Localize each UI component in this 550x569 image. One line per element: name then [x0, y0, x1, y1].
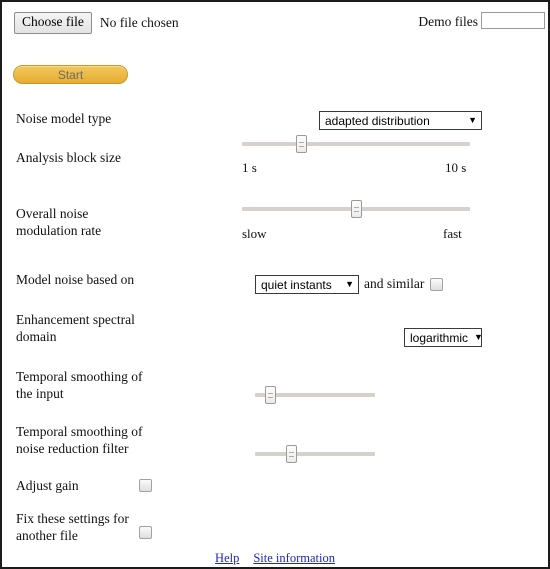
temporal-smoothing-filter-slider[interactable] [255, 445, 375, 463]
slider-track [255, 452, 375, 456]
analysis-block-size-min-tick: 1 s [242, 160, 257, 175]
fix-settings-label: Fix these settings for another file [16, 510, 186, 544]
temporal-smoothing-input-slider[interactable] [255, 386, 375, 404]
fix-settings-label-line1: Fix these settings for [16, 511, 129, 526]
model-noise-based-on-select[interactable]: quiet instants ▼ [255, 275, 359, 294]
noise-model-type-label: Noise model type [16, 111, 112, 126]
help-link[interactable]: Help [215, 551, 239, 565]
enhancement-spectral-domain-select[interactable]: logarithmic ▼ [404, 328, 483, 347]
overall-noise-modulation-rate-label-line1: Overall noise [16, 206, 89, 221]
slider-thumb[interactable] [285, 445, 297, 463]
analysis-block-size-label: Analysis block size [16, 150, 121, 165]
noise-model-type-value: adapted distribution [325, 113, 430, 128]
slider-track [242, 142, 470, 146]
fix-settings-checkbox[interactable] [139, 526, 152, 539]
fix-settings-label-line2: another file [16, 528, 78, 543]
modulation-rate-min-tick: slow [242, 226, 267, 241]
model-noise-based-on-label: Model noise based on [16, 272, 135, 287]
temporal-smoothing-input-label-line2: the input [16, 386, 64, 401]
demo-files-input[interactable] [481, 12, 545, 29]
enhancement-spectral-domain-label: Enhancement spectral domain [16, 311, 186, 345]
temporal-smoothing-filter-label-line1: Temporal smoothing of [16, 424, 143, 439]
overall-noise-modulation-rate-label: Overall noise modulation rate [16, 205, 186, 239]
and-similar-checkbox[interactable] [430, 278, 443, 291]
slider-thumb[interactable] [350, 200, 362, 218]
noise-model-type-select[interactable]: adapted distribution ▼ [319, 111, 482, 130]
enhancement-spectral-domain-label-line1: Enhancement spectral [16, 312, 135, 327]
overall-noise-modulation-rate-label-line2: modulation rate [16, 223, 102, 238]
and-similar-label: and similar [364, 276, 425, 291]
chevron-down-icon: ▼ [345, 279, 354, 289]
modulation-rate-max-tick: fast [443, 226, 462, 241]
analysis-block-size-slider[interactable] [242, 135, 470, 153]
chevron-down-icon: ▼ [468, 115, 477, 125]
start-button[interactable]: Start [13, 65, 128, 84]
slider-thumb[interactable] [264, 386, 276, 404]
temporal-smoothing-input-label: Temporal smoothing of the input [16, 368, 186, 402]
temporal-smoothing-filter-label: Temporal smoothing of noise reduction fi… [16, 423, 186, 457]
analysis-block-size-max-tick: 10 s [445, 160, 467, 175]
adjust-gain-checkbox[interactable] [139, 479, 152, 492]
app-window: Choose file No file chosen Demo files St… [0, 0, 550, 569]
temporal-smoothing-filter-label-line2: noise reduction filter [16, 441, 129, 456]
demo-files-label: Demo files [418, 14, 478, 29]
chevron-down-icon: ▼ [474, 332, 483, 342]
enhancement-spectral-domain-label-line2: domain [16, 329, 57, 344]
temporal-smoothing-input-label-line1: Temporal smoothing of [16, 369, 143, 384]
enhancement-spectral-domain-value: logarithmic [410, 330, 469, 345]
choose-file-button[interactable]: Choose file [14, 12, 92, 34]
site-information-link[interactable]: Site information [253, 551, 335, 565]
slider-thumb[interactable] [296, 135, 308, 153]
file-status-text: No file chosen [99, 14, 179, 30]
file-picker-row: Choose file No file chosen [14, 12, 179, 34]
model-noise-based-on-value: quiet instants [261, 277, 332, 292]
overall-noise-modulation-rate-slider[interactable] [242, 200, 470, 218]
adjust-gain-label: Adjust gain [16, 478, 79, 493]
footer-links: Help Site information [2, 549, 548, 567]
